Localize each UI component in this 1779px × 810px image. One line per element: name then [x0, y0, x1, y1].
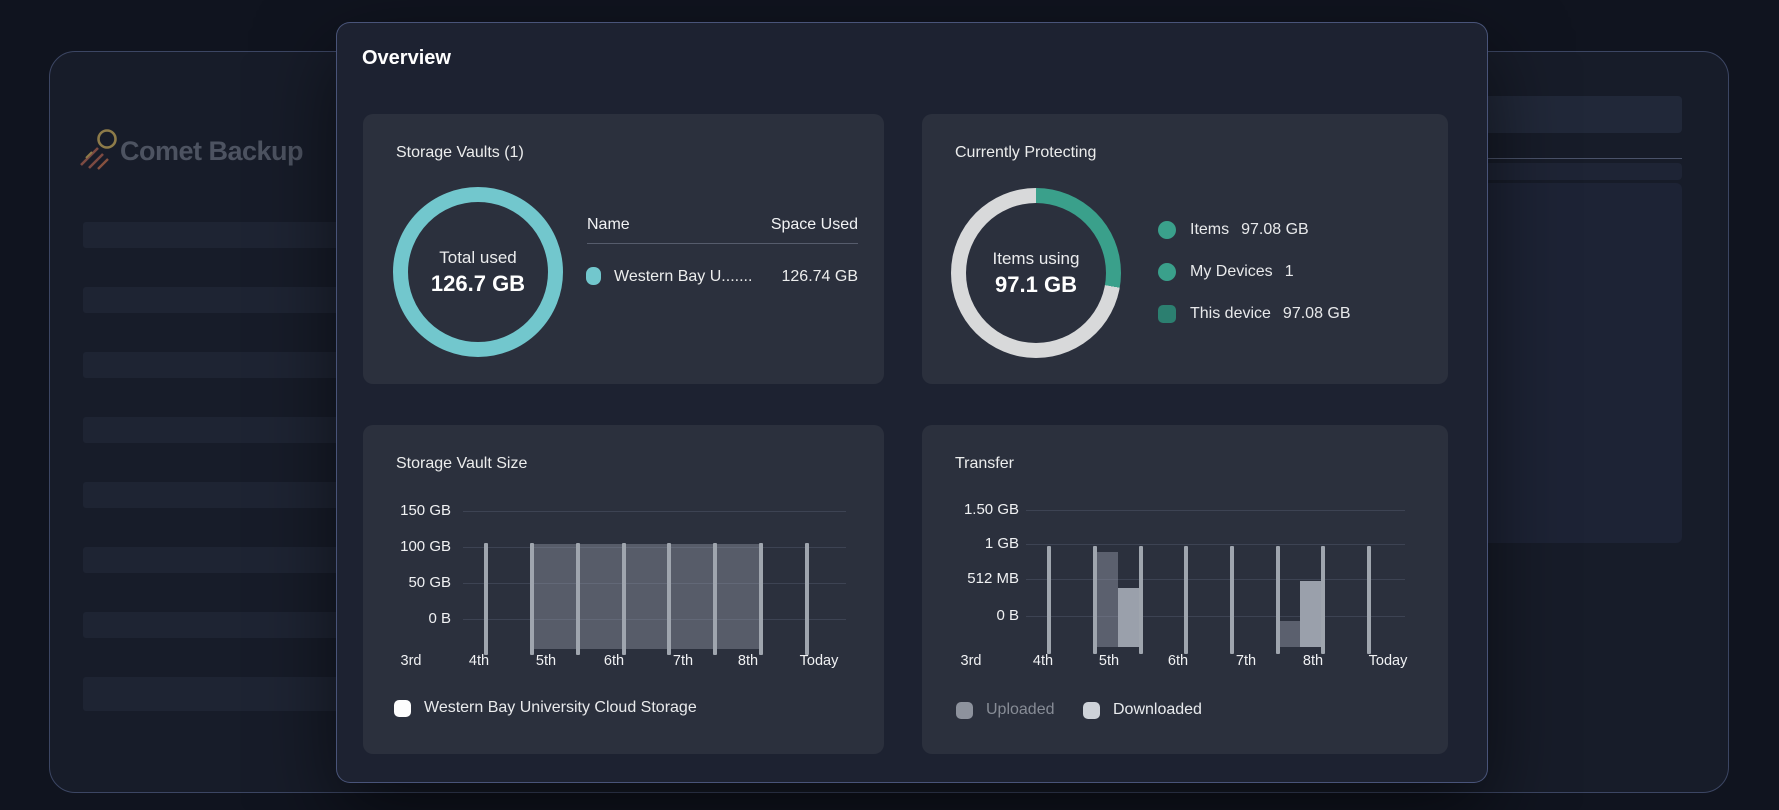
x-axis-label: 5th	[1098, 653, 1120, 669]
card-title: Currently Protecting	[955, 144, 1097, 161]
downloaded-bar	[1300, 581, 1323, 647]
legend-item-my-devices[interactable]: My Devices 1	[1158, 262, 1428, 282]
legend-label: This device	[1190, 305, 1271, 322]
x-tick	[622, 543, 626, 655]
legend-item-vault[interactable]: Western Bay University Cloud Storage	[394, 699, 697, 717]
vault-color-dot-icon	[586, 267, 601, 285]
card-title: Storage Vaults (1)	[396, 144, 524, 161]
x-axis-label: 4th	[468, 653, 490, 669]
legend-square-icon	[956, 701, 973, 719]
vault-table-row[interactable]: Western Bay U....... 126.74 GB	[586, 264, 858, 290]
comet-logo-icon	[76, 126, 122, 172]
x-axis-label: 7th	[672, 653, 694, 669]
downloaded-bar	[1118, 588, 1141, 647]
comet-logo-text: Comet Backup	[120, 136, 304, 166]
y-axis-label: 0 B	[996, 607, 1019, 624]
legend-square-icon	[394, 699, 411, 717]
x-tick	[1139, 546, 1143, 654]
card-title: Transfer	[955, 455, 1014, 472]
x-axis-label: 6th	[603, 653, 625, 669]
vault-table-divider	[587, 243, 858, 244]
x-tick	[1047, 546, 1051, 654]
y-axis-label: 1.50 GB	[963, 501, 1019, 518]
uploaded-bar	[1095, 552, 1118, 647]
donut-center-value: 126.7 GB	[430, 270, 526, 296]
legend-dot-icon	[1158, 263, 1176, 281]
x-tick	[1184, 546, 1188, 654]
card-currently-protecting: Currently Protecting Items using 97.1 GB…	[922, 114, 1448, 384]
x-tick	[713, 543, 717, 655]
x-axis-label: 8th	[1302, 653, 1324, 669]
card-transfer: Transfer 1.50 GB 1 GB 512 MB 0 B 3rd 4th…	[922, 425, 1448, 754]
legend-square-icon	[1158, 305, 1176, 323]
y-axis-label: 0 B	[428, 610, 451, 627]
y-axis-label: 150 GB	[400, 502, 451, 519]
x-tick	[1093, 546, 1097, 654]
x-tick	[667, 543, 671, 655]
card-storage-vaults: Storage Vaults (1) Total used 126.7 GB N…	[363, 114, 884, 384]
legend-label: Western Bay University Cloud Storage	[424, 699, 697, 716]
legend-item-this-device[interactable]: This device 97.08 GB	[1158, 304, 1428, 324]
legend-label: Downloaded	[1113, 701, 1202, 718]
currently-protecting-donut: Items using 97.1 GB	[951, 188, 1121, 358]
modal-title: Overview	[362, 47, 451, 69]
y-axis-label: 100 GB	[400, 538, 451, 555]
vault-size-area-series	[531, 544, 761, 649]
card-storage-vault-size: Storage Vault Size 150 GB 100 GB 50 GB 0…	[363, 425, 884, 754]
legend-label: Items	[1190, 221, 1230, 238]
donut-center-label: Total used	[439, 247, 517, 267]
y-axis-label: 512 MB	[967, 570, 1019, 587]
legend-dot-icon	[1158, 221, 1176, 239]
legend-item-uploaded[interactable]: Uploaded	[956, 701, 1055, 719]
vault-size-plot	[463, 511, 846, 655]
storage-vaults-donut: Total used 126.7 GB	[393, 187, 563, 357]
legend-item-downloaded[interactable]: Downloaded	[1083, 701, 1202, 719]
x-tick	[576, 543, 580, 655]
overview-modal: Overview Storage Vaults (1) Total used 1…	[336, 22, 1488, 783]
x-tick	[759, 543, 763, 655]
legend-label: My Devices	[1190, 263, 1273, 280]
donut-center-value: 97.1 GB	[995, 271, 1077, 297]
legend-item-items[interactable]: Items 97.08 GB	[1158, 220, 1428, 240]
x-axis-label: 6th	[1167, 653, 1189, 669]
x-axis-label: 4th	[1032, 653, 1054, 669]
x-tick	[1367, 546, 1371, 654]
x-axis-label: 3rd	[960, 653, 982, 669]
y-axis-label: 1 GB	[984, 535, 1019, 552]
transfer-plot	[1026, 510, 1405, 654]
legend-value: 97.08 GB	[1241, 221, 1309, 238]
donut-center-label: Items using	[992, 248, 1080, 268]
x-axis-label: Today	[799, 653, 839, 669]
x-tick	[484, 543, 488, 655]
x-axis-label: 8th	[737, 653, 759, 669]
x-tick	[1230, 546, 1234, 654]
x-tick	[805, 543, 809, 655]
legend-value: 97.08 GB	[1282, 305, 1351, 322]
vault-table-header-space: Space Used	[770, 216, 858, 233]
vault-space-used: 126.74 GB	[781, 268, 859, 285]
x-axis-label: Today	[1368, 653, 1408, 669]
y-axis-label: 50 GB	[408, 574, 451, 591]
legend-value: 1	[1284, 263, 1294, 280]
uploaded-bar	[1278, 621, 1300, 647]
x-axis-label: 5th	[535, 653, 557, 669]
x-tick	[530, 543, 534, 655]
x-tick	[1276, 546, 1280, 654]
x-tick	[1321, 546, 1325, 654]
legend-square-icon	[1083, 701, 1100, 719]
card-title: Storage Vault Size	[396, 455, 528, 472]
x-axis-label: 3rd	[400, 653, 422, 669]
legend-label: Uploaded	[986, 701, 1055, 718]
x-axis-label: 7th	[1235, 653, 1257, 669]
